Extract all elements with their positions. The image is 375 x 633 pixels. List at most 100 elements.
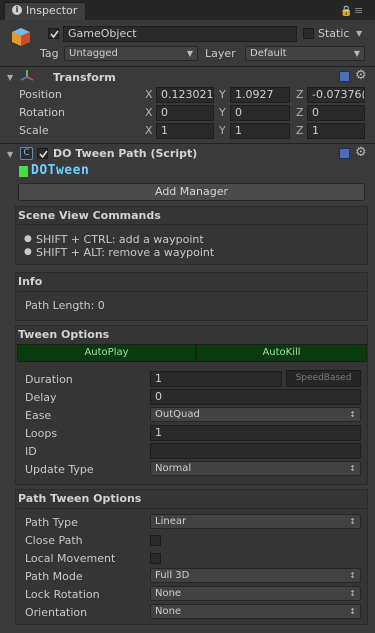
close-path-checkbox[interactable] (150, 535, 161, 546)
path-type-dropdown[interactable]: Linear ↕ (150, 514, 361, 529)
update-type-label: Update Type (25, 463, 94, 476)
delay-input[interactable]: 0 (150, 389, 361, 405)
tag-value: Untagged (69, 48, 118, 59)
update-type-value: Normal (155, 463, 192, 474)
axis-z-label: Z (296, 106, 304, 119)
path-mode-label: Path Mode (25, 570, 83, 583)
menu-icon[interactable]: ≡ (354, 4, 363, 17)
rotation-y-input[interactable]: 0 (230, 105, 290, 121)
divider (0, 66, 375, 67)
gameobject-cube-icon (10, 26, 32, 48)
duration-input[interactable]: 1 (150, 371, 282, 387)
static-checkbox[interactable] (303, 28, 314, 39)
divider (18, 291, 368, 292)
scale-label: Scale (19, 124, 49, 137)
autoplay-toggle[interactable]: AutoPlay (17, 344, 196, 362)
layer-label: Layer (205, 47, 236, 60)
ease-value: OutQuad (155, 409, 200, 420)
updown-arrows-icon: ↕ (349, 517, 356, 526)
loops-label: Loops (25, 427, 58, 440)
lock-rotation-dropdown[interactable]: None ↕ (150, 586, 361, 601)
logo-text: DOTween (31, 163, 90, 178)
autokill-label: AutoKill (262, 347, 301, 358)
tag-dropdown[interactable]: Untagged ▼ (64, 46, 198, 61)
divider (18, 224, 368, 225)
logo-square-icon (19, 166, 28, 177)
update-type-dropdown[interactable]: Normal ↕ (150, 461, 361, 476)
scene-view-title: Scene View Commands (18, 209, 161, 222)
lock-rotation-label: Lock Rotation (25, 588, 100, 601)
autoplay-label: AutoPlay (84, 347, 129, 358)
help-book-icon[interactable] (339, 71, 350, 82)
path-mode-value: Full 3D (155, 570, 190, 581)
transform-axis-icon (20, 69, 34, 83)
tween-options-title: Tween Options (18, 328, 110, 341)
gear-icon[interactable]: ⚙ (355, 145, 367, 160)
chevron-down-icon: ▼ (186, 49, 193, 58)
static-label: Static (318, 27, 350, 40)
axis-z-label: Z (296, 124, 304, 137)
axis-x-label: X (145, 88, 153, 101)
orientation-dropdown[interactable]: None ↕ (150, 604, 361, 619)
active-checkbox[interactable] (48, 28, 59, 39)
bullet-icon: ● (24, 234, 32, 244)
ease-label: Ease (25, 409, 52, 422)
path-mode-dropdown[interactable]: Full 3D ↕ (150, 568, 361, 583)
path-options-title: Path Tween Options (18, 492, 142, 505)
layer-value: Default (250, 48, 287, 59)
info-panel (15, 272, 368, 321)
lock-icon[interactable]: 🔒 (340, 6, 352, 17)
axis-x-label: X (145, 124, 153, 137)
local-movement-label: Local Movement (25, 552, 116, 565)
updown-arrows-icon: ↕ (349, 589, 356, 598)
autokill-toggle[interactable]: AutoKill (196, 344, 367, 362)
dotween-title: DO Tween Path (Script) (53, 147, 198, 160)
orientation-value: None (155, 606, 182, 617)
loops-input[interactable]: 1 (150, 425, 361, 441)
path-length-text: Path Length: 0 (25, 299, 105, 312)
position-z-input[interactable]: -0.07376( (307, 87, 365, 103)
updown-arrows-icon: ↕ (349, 607, 356, 616)
lock-rotation-value: None (155, 588, 182, 599)
layer-dropdown[interactable]: Default ▼ (245, 46, 365, 61)
dotween-logo: DOTween (19, 163, 107, 179)
dotween-foldout-icon[interactable]: ▼ (7, 150, 13, 159)
position-label: Position (19, 88, 62, 101)
script-enabled-checkbox[interactable] (37, 148, 48, 159)
updown-arrows-icon: ↕ (349, 571, 356, 580)
position-x-input[interactable]: 0.123021 (156, 87, 214, 103)
rotation-z-input[interactable]: 0 (307, 105, 365, 121)
scale-y-input[interactable]: 1 (230, 123, 290, 139)
position-y-input[interactable]: 1.0927 (230, 87, 290, 103)
help-book-icon[interactable] (339, 148, 350, 159)
ease-dropdown[interactable]: OutQuad ↕ (150, 407, 361, 422)
chevron-down-icon: ▼ (353, 49, 360, 58)
id-input[interactable] (150, 443, 361, 459)
tag-label: Tag (40, 47, 59, 60)
bullet-icon: ● (24, 247, 32, 257)
rotation-x-input[interactable]: 0 (156, 105, 214, 121)
divider (0, 143, 375, 144)
divider (18, 508, 368, 509)
speedbased-toggle[interactable]: SpeedBased (286, 370, 361, 387)
transform-title: Transform (53, 71, 116, 84)
scale-z-input[interactable]: 1 (307, 123, 365, 139)
axis-z-label: Z (296, 88, 304, 101)
transform-foldout-icon[interactable]: ▼ (7, 73, 13, 82)
close-path-label: Close Path (25, 534, 83, 547)
scale-x-input[interactable]: 1 (156, 123, 214, 139)
path-type-value: Linear (155, 516, 187, 527)
gear-icon[interactable]: ⚙ (355, 68, 367, 83)
add-manager-button[interactable]: Add Manager (18, 183, 365, 201)
script-icon: C (20, 147, 33, 160)
delay-label: Delay (25, 391, 57, 404)
scene-cmd-1: SHIFT + CTRL: add a waypoint (36, 233, 204, 246)
scene-cmd-2: SHIFT + ALT: remove a waypoint (36, 246, 215, 259)
rotation-label: Rotation (19, 106, 66, 119)
gameobject-name-input[interactable]: GameObject (63, 26, 297, 42)
local-movement-checkbox[interactable] (150, 553, 161, 564)
axis-y-label: Y (219, 106, 226, 119)
path-type-label: Path Type (25, 516, 78, 529)
inspector-tab-label: Inspector (26, 4, 78, 17)
static-dropdown-arrow-icon[interactable]: ▼ (356, 29, 362, 38)
